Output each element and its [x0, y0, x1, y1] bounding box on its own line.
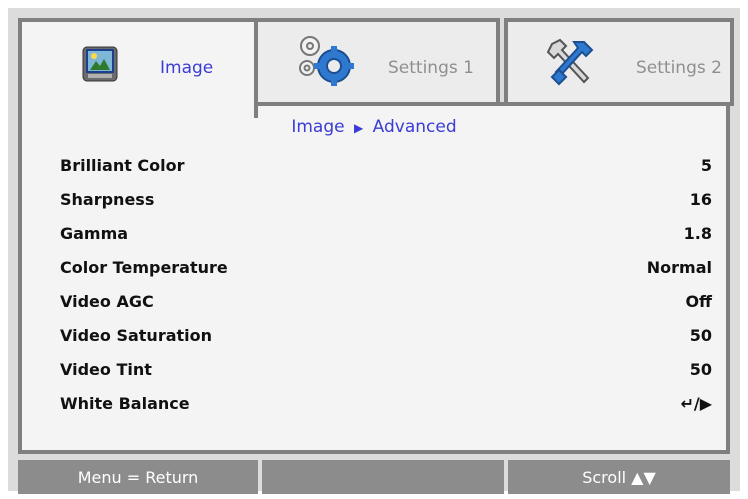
menu-item-label: Video Saturation: [60, 325, 213, 345]
menu-item-brilliant-color[interactable]: Brilliant Color 5: [60, 153, 712, 177]
menu-item-value: 50: [689, 325, 712, 345]
tab-settings-1[interactable]: Settings 1: [254, 18, 500, 106]
menu-item-video-saturation[interactable]: Video Saturation 50: [60, 323, 712, 347]
menu-item-label: Brilliant Color: [60, 155, 185, 175]
menu-item-label: White Balance: [60, 393, 190, 413]
image-icon: [82, 46, 118, 86]
menu-item-value: 16: [689, 189, 712, 209]
menu-item-value: Normal: [646, 257, 712, 277]
osd-frame: Image Settings 1 Settings 2 Image ▶ Adva…: [8, 8, 740, 494]
tab-label: Image: [160, 58, 214, 78]
menu-item-label: Sharpness: [60, 189, 155, 209]
menu-item-label: Video AGC: [60, 291, 154, 311]
menu-item-color-temperature[interactable]: Color Temperature Normal: [60, 255, 712, 279]
settings-panel: Image ▶ Advanced Brilliant Color 5 Sharp…: [18, 102, 730, 454]
menu-item-white-balance[interactable]: White Balance ↵/▶: [60, 391, 712, 415]
menu-item-label: Video Tint: [60, 359, 152, 379]
tab-label: Settings 1: [388, 58, 474, 78]
breadcrumb-separator-icon: ▶: [354, 121, 364, 135]
menu-item-value: Off: [685, 291, 712, 311]
menu-item-sharpness[interactable]: Sharpness 16: [60, 187, 712, 211]
breadcrumb-parent: Image: [291, 117, 345, 137]
menu-item-gamma[interactable]: Gamma 1.8: [60, 221, 712, 245]
footer-scroll-hint: Scroll ▲▼: [508, 460, 730, 494]
tab-image[interactable]: Image: [18, 18, 258, 118]
tab-label: Settings 2: [636, 58, 722, 78]
breadcrumb: Image ▶ Advanced: [22, 117, 726, 137]
footer-right-label: Scroll ▲▼: [582, 467, 656, 487]
footer-middle: [262, 460, 504, 494]
footer-left-label: Menu = Return: [77, 467, 199, 487]
menu-item-label: Color Temperature: [60, 257, 228, 277]
menu-item-label: Gamma: [60, 223, 129, 243]
tab-settings-2[interactable]: Settings 2: [504, 18, 734, 106]
tools-icon: [544, 36, 600, 94]
menu-item-value: 1.8: [683, 223, 712, 243]
menu-item-value: 50: [689, 359, 712, 379]
enter-submenu-icon: ↵/▶: [680, 393, 712, 413]
breadcrumb-child: Advanced: [372, 117, 457, 137]
menu-item-value: 5: [700, 155, 712, 175]
menu-item-video-agc[interactable]: Video AGC Off: [60, 289, 712, 313]
menu-item-video-tint[interactable]: Video Tint 50: [60, 357, 712, 381]
footer-menu-return: Menu = Return: [18, 460, 258, 494]
gears-icon: [296, 34, 356, 94]
